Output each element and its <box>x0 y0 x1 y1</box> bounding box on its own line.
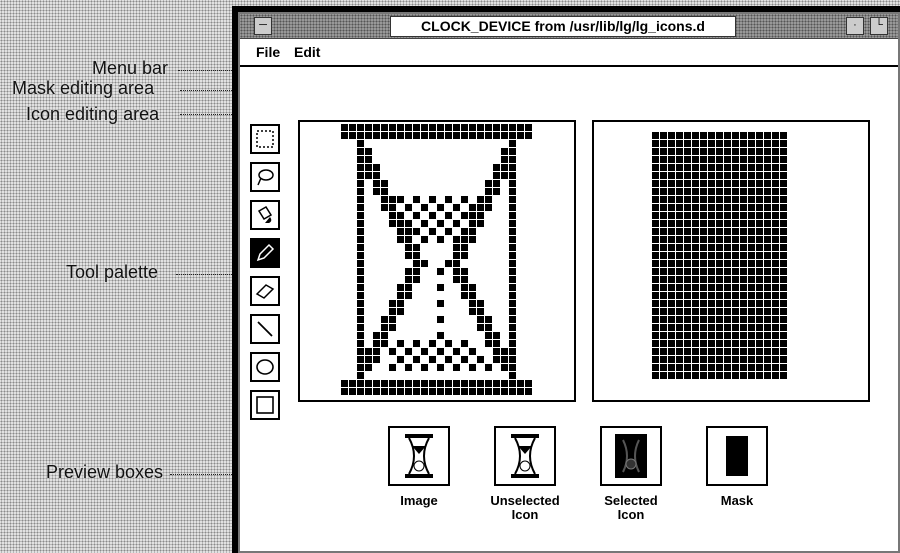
preview-mask-label: Mask <box>720 493 754 508</box>
rectangle-icon <box>256 396 274 414</box>
callout-tool-palette: Tool palette <box>66 262 159 282</box>
preview-mask: Mask <box>700 426 774 508</box>
preview-image-label: Image <box>400 493 438 508</box>
callout-mask-area: Mask editing area <box>12 78 155 98</box>
pencil-tool[interactable] <box>250 238 280 268</box>
menu-file[interactable]: File <box>256 44 280 60</box>
maximize-button[interactable]: └ <box>870 17 888 35</box>
preview-selected-label: Selected Icon <box>604 493 658 522</box>
lasso-tool[interactable] <box>250 162 280 192</box>
oval-icon <box>256 359 274 375</box>
hourglass-icon <box>511 434 539 478</box>
preview-unselected-box[interactable] <box>494 426 556 486</box>
callout-preview-boxes: Preview boxes <box>46 462 164 482</box>
preview-unselected: Unselected Icon <box>488 426 562 522</box>
icon-editor-window: ─ CLOCK_DEVICE from /usr/lib/lg/lg_icons… <box>232 6 900 553</box>
minimize-button[interactable]: · <box>846 17 864 35</box>
line-tool[interactable] <box>250 314 280 344</box>
preview-selected-box[interactable] <box>600 426 662 486</box>
window-menu-icon: ─ <box>259 19 267 31</box>
window-menu-button[interactable]: ─ <box>254 17 272 35</box>
minimize-icon: · <box>853 19 857 31</box>
title-bar[interactable]: ─ CLOCK_DEVICE from /usr/lib/lg/lg_icons… <box>240 14 898 39</box>
mask-icon <box>726 436 748 476</box>
callout-menu-bar: Menu bar <box>92 58 169 78</box>
preview-image-box[interactable] <box>388 426 450 486</box>
mask-pixels <box>652 132 787 379</box>
menu-edit[interactable]: Edit <box>294 44 320 60</box>
pencil-icon <box>256 243 275 262</box>
eraser-icon <box>255 284 275 299</box>
hourglass-selected-icon <box>615 434 647 478</box>
paint-bucket-icon <box>257 205 273 223</box>
hourglass-icon <box>405 434 433 478</box>
dashed-rectangle-icon <box>256 130 274 148</box>
preview-mask-box[interactable] <box>706 426 768 486</box>
tool-palette <box>250 124 286 428</box>
hourglass-icon-pixels <box>341 124 532 395</box>
lasso-icon <box>257 169 274 186</box>
fill-tool[interactable] <box>250 200 280 230</box>
window-title: CLOCK_DEVICE from /usr/lib/lg/lg_icons.d <box>390 16 736 37</box>
line-icon <box>257 321 273 337</box>
mask-editing-area[interactable] <box>592 120 870 402</box>
window-frame: ─ CLOCK_DEVICE from /usr/lib/lg/lg_icons… <box>238 12 900 553</box>
callout-icon-area: Icon editing area <box>26 104 160 124</box>
select-rect-tool[interactable] <box>250 124 280 154</box>
oval-tool[interactable] <box>250 352 280 382</box>
preview-unselected-label: Unselected Icon <box>490 493 560 522</box>
maximize-icon: └ <box>875 19 883 31</box>
rectangle-tool[interactable] <box>250 390 280 420</box>
icon-editing-area[interactable] <box>298 120 576 402</box>
eraser-tool[interactable] <box>250 276 280 306</box>
preview-image: Image <box>382 426 456 508</box>
preview-selected: Selected Icon <box>594 426 668 522</box>
menu-bar: File Edit <box>240 39 898 67</box>
